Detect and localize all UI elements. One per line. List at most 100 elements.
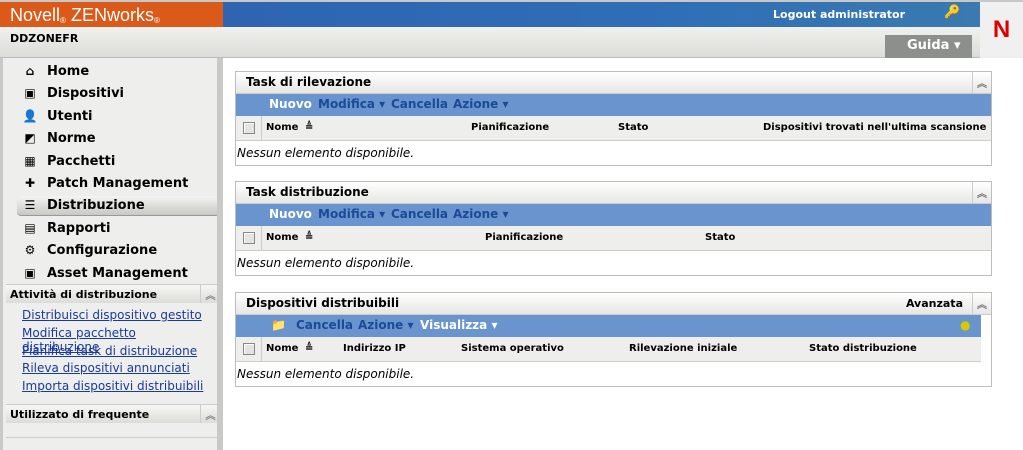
table-header: Nome ≜ Pianificazione Stato: [236, 226, 991, 251]
novell-logo: N: [980, 2, 1023, 58]
sidebar-item-home[interactable]: ⌂ Home: [17, 62, 220, 82]
advanced-link[interactable]: Avanzata: [906, 297, 963, 310]
sidebar-item-distribuzione[interactable]: ☰ Distribuzione: [17, 196, 220, 217]
config-gear-icon: ⚙: [24, 243, 36, 258]
sidebar-item-dispositivi[interactable]: ▣ Dispositivi: [17, 84, 220, 104]
section-title: Attività di distribuzione: [10, 288, 158, 301]
sidebar-item-rapporti[interactable]: ▤ Rapporti: [17, 219, 220, 239]
table-header: Nome ≜ Pianificazione Stato Dispositivi t…: [236, 116, 991, 141]
sidebar-item-asset-management[interactable]: ▣ Asset Management: [17, 264, 220, 284]
sort-ascending-icon[interactable]: ≜: [305, 232, 313, 243]
panel-header: Dispositivi distribuibili Avanzata ︽: [236, 293, 991, 315]
sidebar-item-utenti[interactable]: 👤 Utenti: [17, 107, 220, 127]
empty-message: Nessun elemento disponibile.: [237, 256, 415, 270]
select-all-checkbox[interactable]: [243, 343, 255, 355]
task-link[interactable]: Importa dispositivi distribuibili: [22, 379, 203, 393]
sidebar-item-pacchetti[interactable]: ▦ Pacchetti: [17, 152, 220, 172]
sidebar-item-label: Pacchetti: [47, 153, 116, 169]
delete-button[interactable]: Cancella: [391, 207, 448, 221]
zone-name: DDZONEFR: [10, 32, 79, 45]
patch-icon: ✚: [24, 176, 36, 190]
zone-bar: [0, 27, 980, 58]
toolbar: Nuovo Modifica ▾ Cancella Azione ▾: [236, 204, 991, 226]
sidebar-item-label: Configurazione: [47, 243, 158, 259]
sidebar-item-label: Patch Management: [47, 176, 189, 191]
panel-title: Dispositivi distribuibili: [246, 296, 400, 310]
delete-button[interactable]: Cancella: [391, 97, 448, 111]
toolbar: 📁 Cancella Azione ▾ Visualizza ▾ ●: [236, 315, 981, 337]
help-menu-button[interactable]: Guida ▾: [885, 35, 972, 58]
key-icon: 🔑: [944, 5, 961, 20]
action-menu-button[interactable]: Azione ▾: [453, 207, 509, 221]
brand-logo: Novell® ZENworks®: [0, 2, 223, 27]
sidebar-item-patch-management[interactable]: ✚ Patch Management: [17, 174, 220, 194]
column-schedule[interactable]: Pianificazione: [471, 122, 549, 133]
edit-menu-button[interactable]: Modifica ▾: [318, 207, 385, 221]
user-icon: 👤: [22, 108, 38, 123]
column-ip-address[interactable]: Indirizzo IP: [343, 343, 406, 354]
sidebar: ⌂ Home ▣ Dispositivi 👤 Utenti ◩ Norme ▦ Pacchetti…: [0, 58, 220, 450]
new-button[interactable]: Nuovo: [269, 207, 312, 221]
panel-header: Task di rilevazione ︽: [236, 72, 991, 94]
panel-deployable-devices: Dispositivi distribuibili Avanzata ︽ 📁 Can…: [235, 292, 992, 387]
empty-message: Nessun elemento disponibile.: [237, 146, 415, 160]
view-menu-button[interactable]: Visualizza ▾: [420, 318, 497, 332]
collapse-icon[interactable]: ︽: [972, 182, 991, 203]
panel-title: Task di rilevazione: [246, 75, 372, 89]
table-header: Nome ≜ Indirizzo IP Sistema operativo Ril…: [236, 337, 981, 362]
folder-up-icon[interactable]: 📁: [271, 318, 286, 332]
column-status[interactable]: Stato: [705, 232, 735, 243]
section-header-frequently-used: Utilizzato di frequente ︽: [6, 404, 220, 423]
select-all-checkbox[interactable]: [243, 232, 255, 244]
panel-deployment-tasks: Task distribuzione ︽ Nuovo Modifica ▾ Can…: [235, 181, 992, 276]
task-link[interactable]: Rileva dispositivi annunciati: [22, 361, 190, 375]
column-devices-found[interactable]: Dispositivi trovati nell'ultima scansion…: [763, 122, 986, 133]
section-title: Utilizzato di frequente: [10, 408, 150, 421]
select-all-checkbox[interactable]: [243, 122, 255, 134]
column-schedule[interactable]: Pianificazione: [485, 232, 563, 243]
sidebar-item-label: Norme: [47, 131, 96, 147]
sidebar-item-label: Dispositivi: [47, 86, 125, 102]
section-header-deployment-tasks: Attività di distribuzione ︽: [6, 284, 220, 303]
sort-ascending-icon[interactable]: ≜: [305, 122, 313, 133]
search-icon[interactable]: ●: [960, 318, 970, 332]
collapse-icon[interactable]: ︽: [972, 293, 991, 314]
monitor-icon: ▣: [24, 86, 36, 101]
report-icon: ▤: [24, 220, 36, 235]
deployment-icon: ☰: [24, 198, 36, 213]
column-name[interactable]: Nome: [266, 343, 298, 354]
divider: [6, 437, 220, 438]
sidebar-item-label: Asset Management: [47, 265, 188, 281]
sidebar-item-label: Home: [47, 64, 90, 79]
package-icon: ▦: [24, 153, 36, 168]
panel-discovery-tasks: Task di rilevazione ︽ Nuovo Modifica ▾ Ca…: [235, 71, 992, 166]
action-menu-button[interactable]: Azione ▾: [358, 318, 414, 332]
policy-icon: ◩: [24, 131, 36, 146]
panel-title: Task distribuzione: [246, 185, 369, 199]
empty-message: Nessun elemento disponibile.: [237, 367, 415, 381]
sidebar-item-label: Rapporti: [47, 220, 111, 236]
column-status[interactable]: Stato: [618, 122, 648, 133]
column-initial-discovery[interactable]: Rilevazione iniziale: [629, 343, 737, 354]
sort-ascending-icon[interactable]: ≜: [305, 343, 313, 354]
action-menu-button[interactable]: Azione ▾: [453, 97, 509, 111]
collapse-icon[interactable]: ︽: [972, 72, 991, 93]
sidebar-item-norme[interactable]: ◩ Norme: [17, 129, 220, 149]
panel-header: Task distribuzione ︽: [236, 182, 991, 204]
column-name[interactable]: Nome: [266, 232, 298, 243]
sidebar-item-label: Distribuzione: [47, 198, 145, 214]
task-link[interactable]: Pianifica task di distribuzione: [22, 344, 197, 358]
sidebar-item-configurazione[interactable]: ⚙ Configurazione: [17, 241, 220, 261]
task-link[interactable]: Distribuisci dispositivo gestito: [22, 308, 202, 322]
sidebar-item-label: Utenti: [47, 108, 93, 124]
new-button[interactable]: Nuovo: [269, 97, 312, 111]
sidebar-border: [217, 58, 223, 450]
edit-menu-button[interactable]: Modifica ▾: [318, 97, 385, 111]
delete-button[interactable]: Cancella: [296, 318, 353, 332]
column-deployment-status[interactable]: Stato distribuzione: [809, 343, 917, 354]
logout-link[interactable]: Logout administrator: [773, 8, 905, 21]
asset-icon: ▣: [24, 265, 36, 280]
column-os[interactable]: Sistema operativo: [461, 343, 564, 354]
column-name[interactable]: Nome: [266, 122, 298, 133]
home-icon: ⌂: [25, 64, 35, 78]
